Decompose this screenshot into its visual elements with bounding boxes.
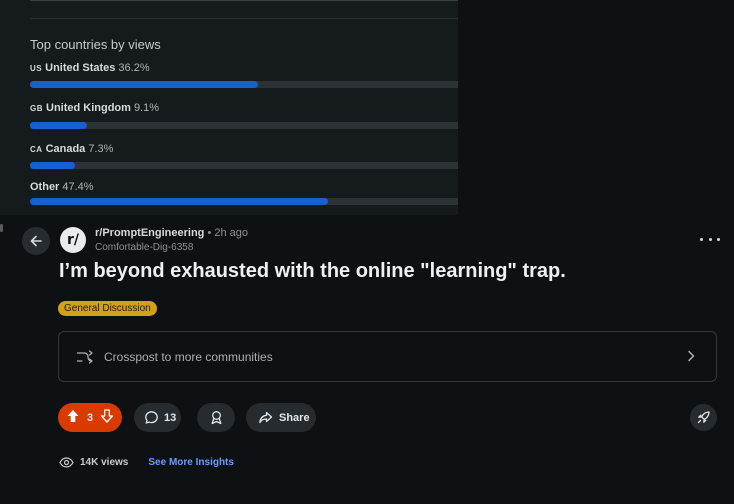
comment-count: 13	[164, 411, 177, 424]
author-link[interactable]: Comfortable-Dig-6358	[95, 242, 193, 253]
post-flair[interactable]: General Discussion	[58, 301, 157, 316]
share-button[interactable]: Share	[246, 403, 316, 432]
country-percent: 7.3%	[88, 143, 114, 155]
meta-separator: •	[207, 227, 212, 239]
upvote-icon[interactable]	[66, 409, 80, 426]
country-percent: 36.2%	[118, 62, 150, 74]
share-icon	[259, 411, 273, 424]
country-label-us: US United States 36.2%	[30, 62, 150, 74]
subreddit-link[interactable]: r/PromptEngineering	[95, 227, 204, 239]
rocket-icon	[697, 411, 710, 424]
country-bar-track-gb	[30, 122, 458, 129]
country-label-gb: GB United Kingdom 9.1%	[30, 102, 159, 114]
views-count: 14K views	[80, 457, 129, 468]
country-label-ca: CA Canada 7.3%	[30, 143, 113, 155]
country-name: United States	[45, 62, 116, 74]
country-bar-fill-ca	[30, 162, 76, 169]
downvote-icon[interactable]	[100, 409, 114, 426]
back-button[interactable]	[22, 227, 50, 255]
eye-icon	[59, 457, 74, 468]
comment-icon	[145, 411, 158, 424]
more-options-icon[interactable]	[700, 233, 720, 245]
country-bar-track-us	[30, 81, 458, 88]
share-label: Share	[279, 411, 310, 424]
post-views: 14K views See More Insights	[59, 457, 234, 468]
country-code: CA	[30, 145, 43, 154]
country-bar-track-ca	[30, 162, 458, 169]
panel-top-rule	[30, 0, 458, 1]
subreddit-avatar[interactable]: r/	[60, 227, 86, 253]
country-bar-fill-other	[30, 198, 328, 205]
country-bar-track-other	[30, 198, 458, 205]
back-arrow-icon	[30, 235, 42, 247]
country-bar-fill-us	[30, 81, 258, 88]
country-code: US	[30, 64, 43, 73]
country-name: Other	[30, 181, 60, 193]
vote-control: 3	[58, 403, 122, 432]
top-countries-title: Top countries by views	[30, 37, 161, 52]
country-label-other: Other 47.4%	[30, 181, 94, 193]
views-insights-panel: Top countries by views US United States 36…	[0, 0, 458, 215]
post-title: I’m beyond exhausted with the online "le…	[59, 260, 566, 282]
country-percent: 47.4%	[62, 181, 94, 193]
see-more-insights-link[interactable]: See More Insights	[148, 457, 234, 468]
award-button[interactable]	[197, 403, 235, 432]
post-meta: r/PromptEngineering • 2h ago	[95, 227, 248, 239]
country-name: Canada	[45, 143, 86, 155]
panel-divider	[30, 18, 458, 19]
reddit-post-view: Top countries by views US United States 36…	[0, 0, 734, 504]
vote-count: 3	[86, 411, 94, 424]
comments-button[interactable]: 13	[134, 403, 181, 432]
crosspost-button[interactable]: Crosspost to more communities	[58, 331, 717, 382]
edge-marker	[0, 224, 3, 232]
country-percent: 9.1%	[133, 102, 160, 114]
chevron-right-icon	[684, 349, 698, 363]
boost-button[interactable]	[690, 404, 717, 431]
country-name: United Kingdom	[46, 102, 131, 114]
crosspost-label: Crosspost to more communities	[104, 349, 273, 364]
award-icon	[211, 411, 221, 425]
post-time: 2h ago	[214, 227, 249, 239]
country-code: GB	[30, 104, 43, 113]
crosspost-icon	[76, 348, 94, 366]
country-bar-fill-gb	[30, 122, 88, 129]
